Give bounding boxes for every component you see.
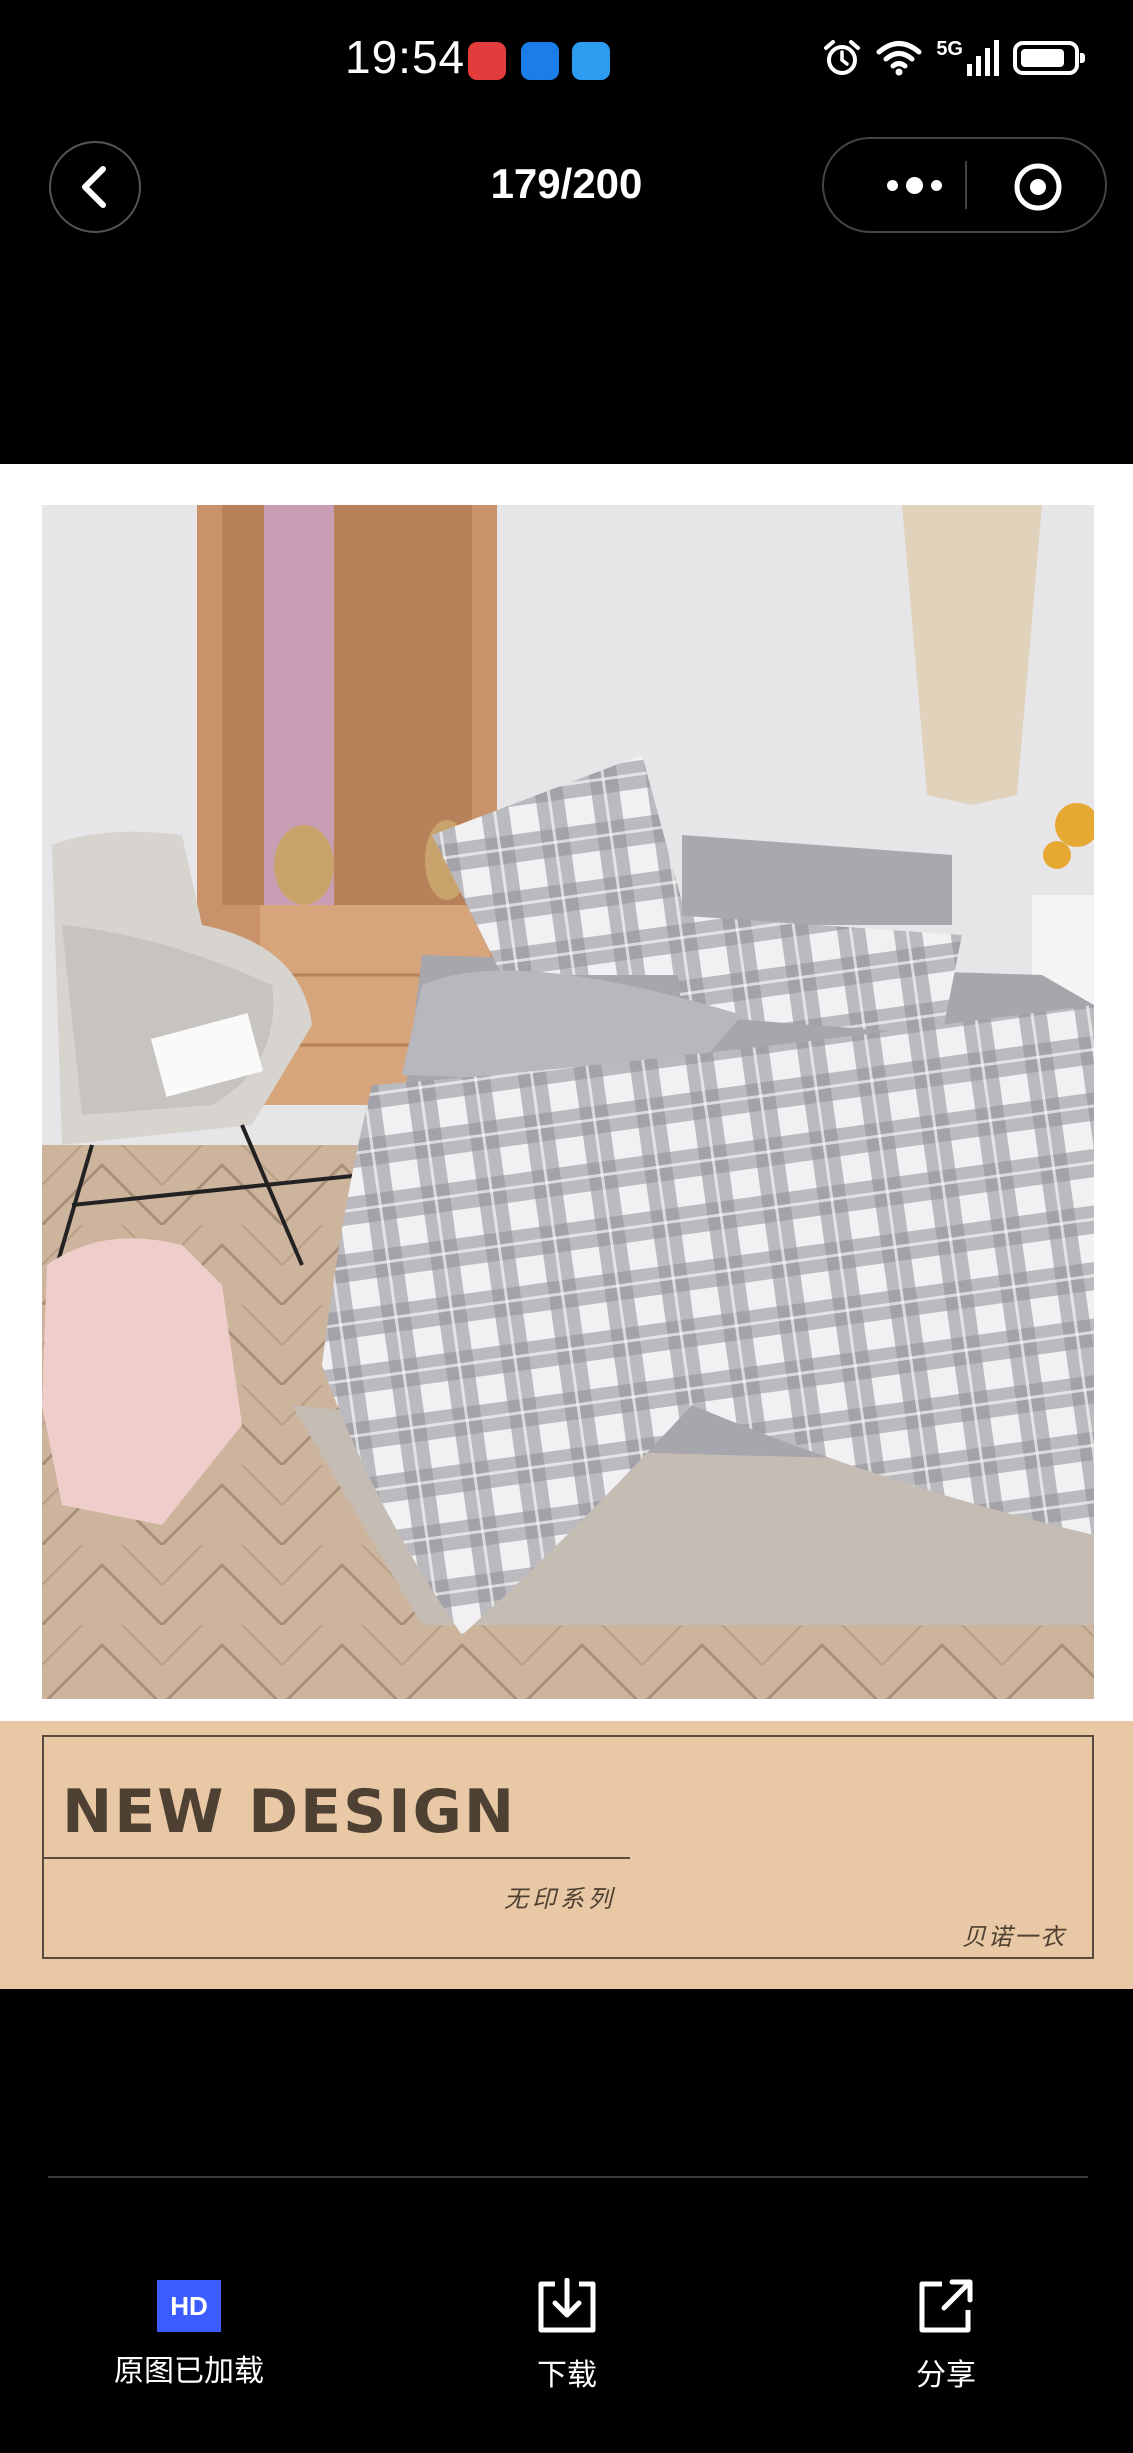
download-icon bbox=[538, 2278, 596, 2333]
banner-subtitle: 无印系列 bbox=[504, 1885, 616, 1913]
banner-divider bbox=[44, 1857, 630, 1859]
mini-program-capsule bbox=[822, 137, 1107, 233]
bedroom-photo bbox=[42, 505, 1094, 1699]
capsule-divider bbox=[965, 161, 967, 209]
more-button[interactable] bbox=[864, 163, 964, 207]
weather-icon bbox=[572, 42, 610, 80]
banner-title: NEW DESIGN bbox=[62, 1777, 517, 1847]
product-banner: NEW DESIGN 无印系列 贝诺一衣 bbox=[0, 1721, 1133, 1989]
bedding-product-image bbox=[42, 505, 1094, 1699]
alarm-icon bbox=[824, 40, 861, 75]
share-label: 分享 bbox=[916, 2359, 976, 2392]
status-bar: 19:54 5G bbox=[0, 0, 1133, 120]
original-image-button[interactable]: HD 原图已加载 bbox=[89, 2278, 289, 2390]
more-dot-icon bbox=[886, 179, 898, 191]
network-type: 5G bbox=[936, 38, 963, 60]
share-button[interactable]: 分享 bbox=[846, 2278, 1046, 2394]
bottom-divider bbox=[48, 2176, 1088, 2178]
hd-icon: HD bbox=[157, 2280, 221, 2332]
close-target-icon[interactable] bbox=[1012, 161, 1064, 213]
share-icon bbox=[919, 2279, 973, 2333]
download-button[interactable]: 下载 bbox=[467, 2278, 667, 2394]
banner-brand: 贝诺一衣 bbox=[962, 1923, 1066, 1951]
browser-icon bbox=[521, 42, 559, 80]
more-dot-icon bbox=[930, 179, 942, 191]
status-time: 19:54 bbox=[345, 31, 466, 83]
image-viewer[interactable]: NEW DESIGN 无印系列 贝诺一衣 bbox=[0, 464, 1133, 1989]
download-label: 下载 bbox=[537, 2359, 597, 2392]
banner-frame: NEW DESIGN 无印系列 贝诺一衣 bbox=[42, 1735, 1094, 1959]
battery-icon bbox=[1013, 41, 1085, 75]
original-loaded-label: 原图已加载 bbox=[114, 2355, 264, 2388]
status-indicators: 5G bbox=[822, 38, 1085, 78]
huawei-appgallery-icon bbox=[468, 42, 506, 80]
signal-icon bbox=[967, 40, 999, 76]
more-dot-icon bbox=[905, 176, 923, 194]
wifi-icon bbox=[876, 41, 922, 76]
